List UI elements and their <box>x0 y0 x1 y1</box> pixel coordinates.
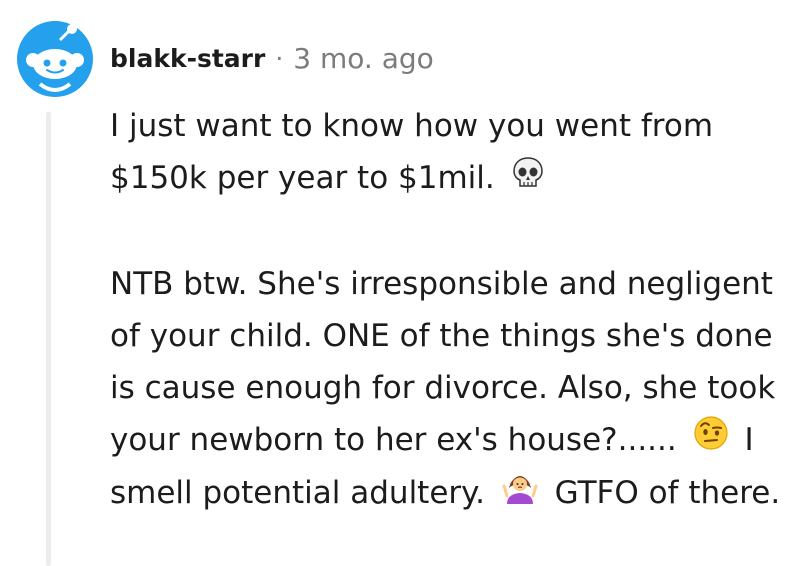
skull-emoji-icon <box>511 154 545 206</box>
meta-separator: · <box>275 43 284 73</box>
comment-paragraph: NTB btw. She's irresponsible and neglige… <box>110 258 800 522</box>
user-avatar[interactable] <box>14 18 96 100</box>
reddit-snoo-avatar-icon <box>17 21 93 97</box>
comment-paragraph: I just want to know how you went from $1… <box>110 100 800 206</box>
person-shrugging-emoji-icon <box>501 468 539 522</box>
comment-header: blakk-starr · 3 mo. ago <box>110 38 434 78</box>
paragraph-text: I just want to know how you went from $1… <box>110 108 714 196</box>
comment-author[interactable]: blakk-starr <box>110 44 265 73</box>
paragraph-text: GTFO of there. <box>554 475 781 511</box>
comment: blakk-starr · 3 mo. ago I just want to k… <box>0 0 810 566</box>
face-with-raised-eyebrow-emoji-icon <box>693 415 729 467</box>
comment-body: I just want to know how you went from $1… <box>110 100 800 522</box>
comment-timestamp[interactable]: 3 mo. ago <box>293 42 434 75</box>
thread-collapse-line[interactable] <box>46 112 51 566</box>
paragraph-text: NTB btw. She's irresponsible and neglige… <box>110 265 776 458</box>
